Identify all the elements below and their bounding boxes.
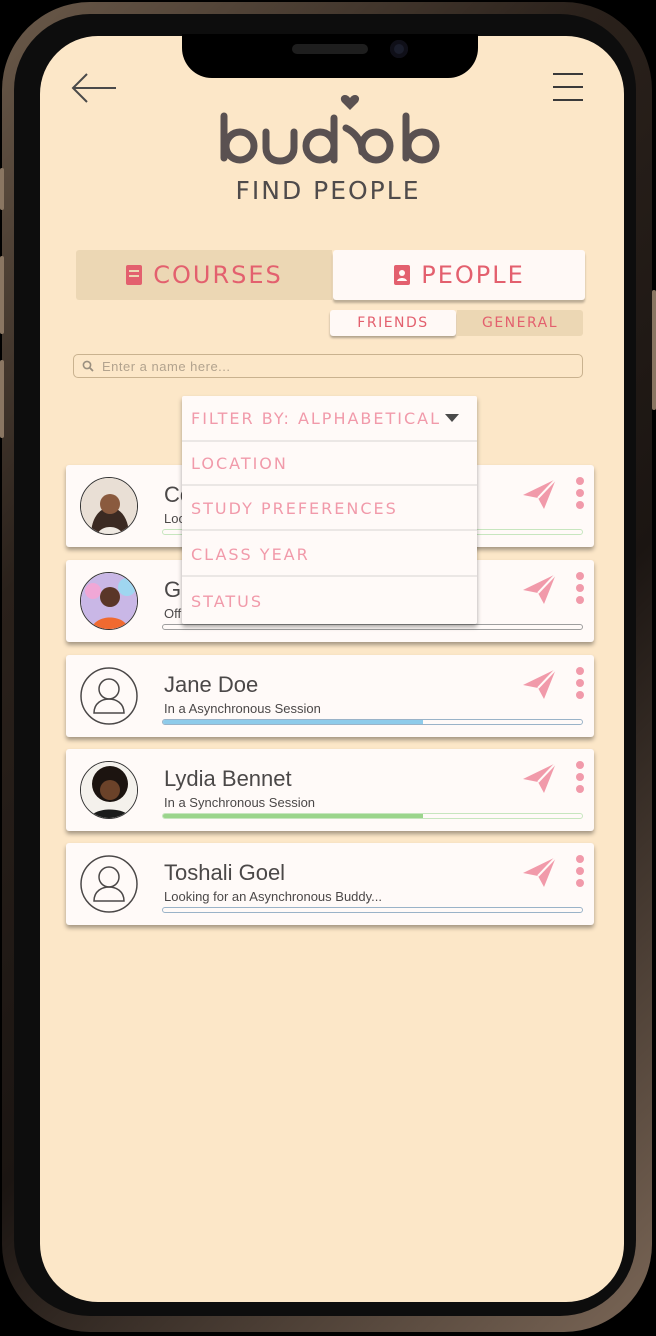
tab-courses[interactable]: COURSES (76, 250, 332, 300)
contacts-icon (393, 264, 411, 286)
status-progress-bar (162, 813, 583, 819)
person-name: Jane Doe (164, 672, 259, 697)
filter-option-label: STUDY PREFERENCES (191, 498, 398, 518)
person-card[interactable]: Jane Doe In a Asynchronous Session (66, 655, 594, 737)
more-options-icon[interactable] (572, 761, 588, 795)
tab-people-label: PEOPLE (421, 261, 525, 289)
person-card[interactable]: Lydia Bennet In a Synchronous Session (66, 749, 594, 831)
person-status: In a Synchronous Session (164, 795, 316, 810)
avatar (80, 572, 138, 630)
volume-up-button (0, 256, 4, 334)
person-status: Looking for an Asynchronous Buddy... (164, 889, 383, 904)
send-message-icon[interactable] (522, 761, 558, 795)
volume-down-button (0, 360, 4, 438)
buddy-logo (216, 88, 446, 168)
search-input[interactable] (102, 358, 562, 374)
book-icon (125, 264, 143, 286)
avatar (80, 477, 138, 535)
status-progress-bar (162, 907, 583, 913)
filter-option-location[interactable]: LOCATION (182, 442, 477, 486)
status-progress-bar (162, 624, 583, 630)
person-status: In a Asynchronous Session (164, 701, 321, 716)
power-button (652, 290, 656, 410)
back-arrow-icon[interactable] (70, 72, 118, 104)
filter-option-status[interactable]: STATUS (182, 579, 477, 623)
search-bar (73, 354, 583, 378)
person-name: Lydia Bennet (164, 766, 292, 791)
send-message-icon[interactable] (522, 855, 558, 889)
placeholder-user-icon (80, 667, 138, 725)
more-options-icon[interactable] (572, 855, 588, 889)
notch (182, 34, 478, 78)
page-title: FIND PEOPLE (235, 176, 421, 205)
more-options-icon[interactable] (572, 572, 588, 606)
subtab-general[interactable]: GENERAL (457, 310, 583, 336)
more-options-icon[interactable] (572, 667, 588, 701)
more-options-icon[interactable] (572, 477, 588, 511)
person-card[interactable]: Toshali Goel Looking for an Asynchronous… (66, 843, 594, 925)
avatar (80, 761, 138, 819)
caret-down-icon (445, 414, 459, 422)
filter-option-label: LOCATION (191, 453, 288, 473)
filter-label: FILTER BY: ALPHABETICAL (191, 408, 442, 428)
filter-option-class-year[interactable]: CLASS YEAR (182, 533, 477, 577)
send-message-icon[interactable] (522, 477, 558, 511)
placeholder-user-icon (80, 855, 138, 913)
person-name: Toshali Goel (164, 860, 286, 885)
filter-option-study-preferences[interactable]: STUDY PREFERENCES (182, 487, 477, 531)
send-message-icon[interactable] (522, 667, 558, 701)
filter-option-label: CLASS YEAR (191, 544, 310, 564)
send-message-icon[interactable] (522, 572, 558, 606)
subtab-friends[interactable]: FRIENDS (330, 310, 456, 336)
person-status: Off (164, 606, 182, 621)
search-icon (82, 360, 94, 372)
status-progress-bar (162, 719, 583, 725)
tab-people[interactable]: PEOPLE (333, 250, 585, 300)
filter-dropdown-toggle[interactable]: FILTER BY: ALPHABETICAL (182, 396, 477, 442)
progress-fill (163, 720, 423, 724)
front-camera (390, 40, 408, 58)
filter-option-label: STATUS (191, 591, 264, 611)
tab-courses-label: COURSES (153, 261, 283, 289)
hamburger-menu-icon[interactable] (552, 72, 584, 102)
filter-dropdown: FILTER BY: ALPHABETICAL LOCATION STUDY P… (182, 396, 477, 624)
progress-fill (163, 814, 423, 818)
speaker (292, 44, 368, 54)
